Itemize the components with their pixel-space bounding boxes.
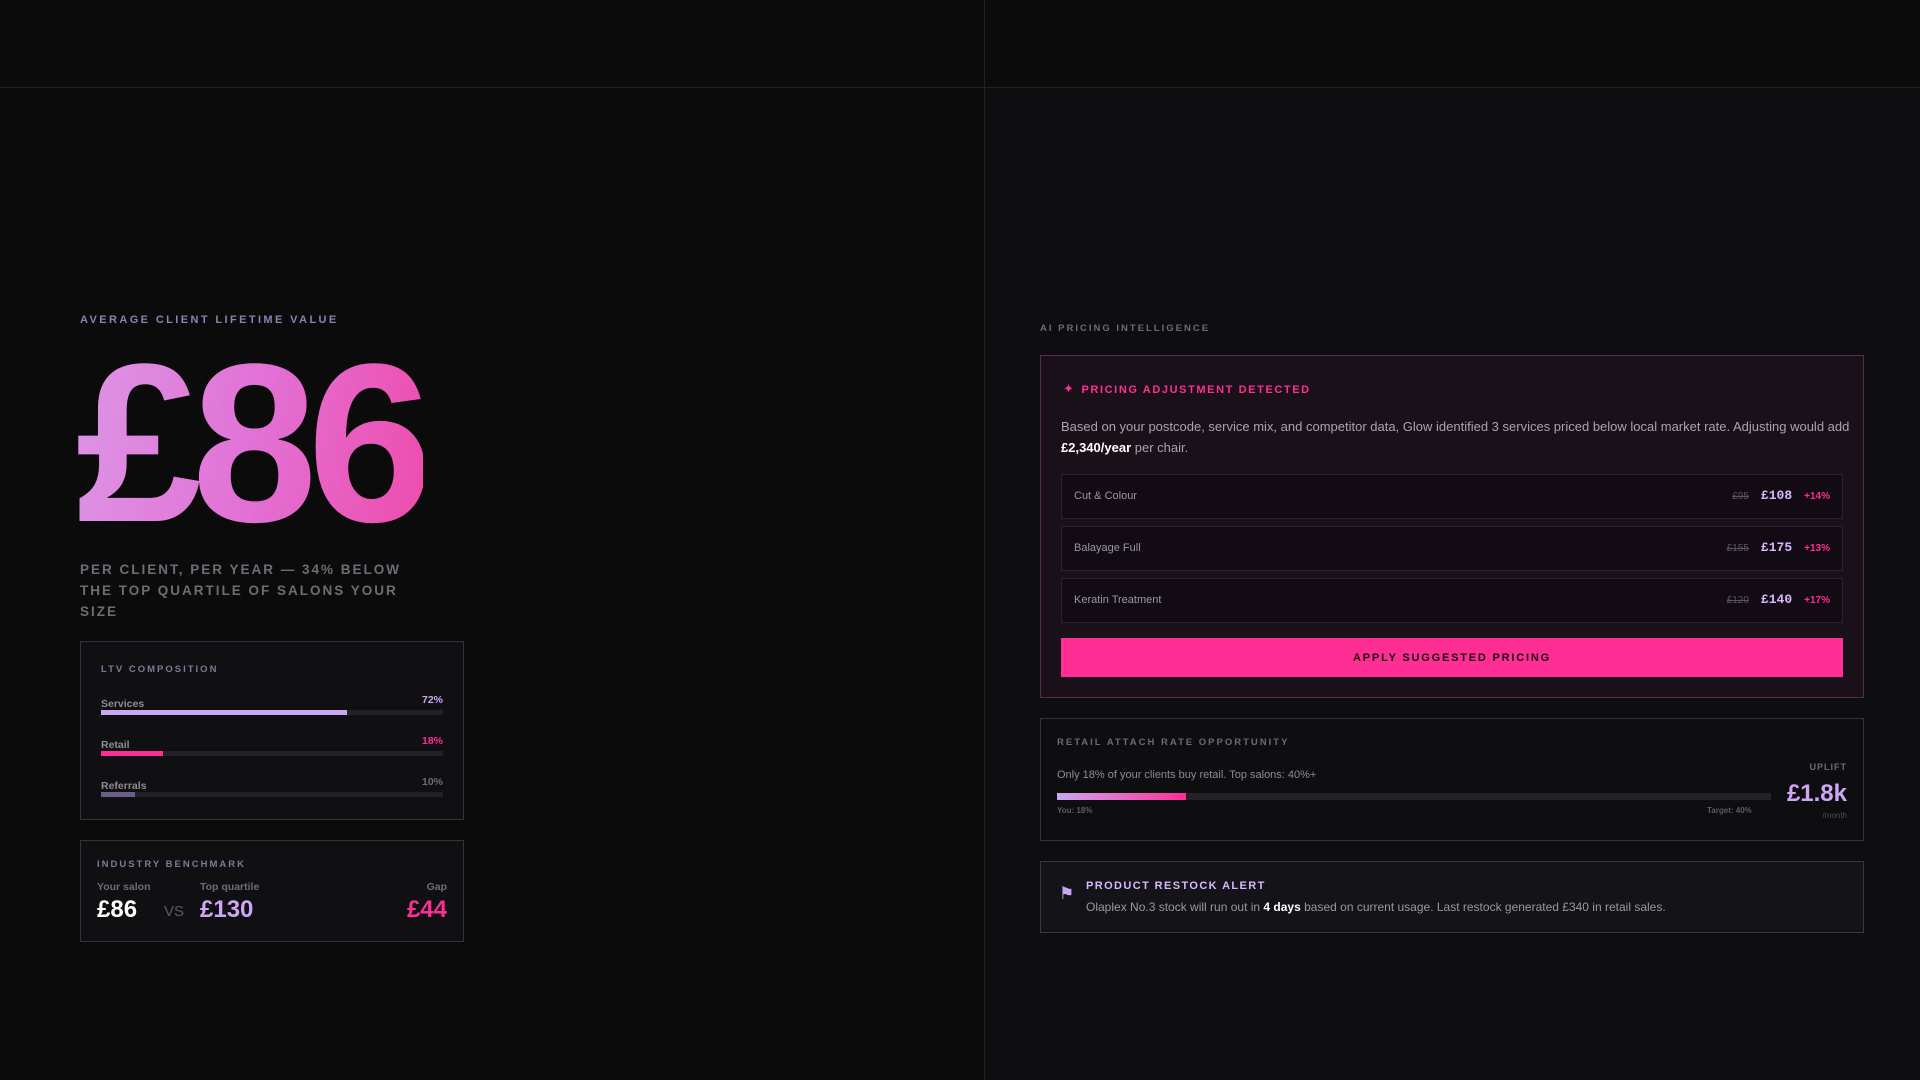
pricing-heading-text: PRICING ADJUSTMENT DETECTED <box>1081 384 1311 396</box>
uplift-value: £1.8k <box>1786 780 1847 807</box>
old-price: £95 <box>1732 491 1749 502</box>
restock-alert-card[interactable]: ⚑ PRODUCT RESTOCK ALERT Olaplex No.3 sto… <box>1040 861 1864 933</box>
composition-pct: 72% <box>421 694 443 706</box>
composition-pct: 18% <box>421 735 443 747</box>
retail-you-label: You: 18% <box>1057 806 1093 815</box>
pricing-description: Based on your postcode, service mix, and… <box>1061 419 1850 455</box>
service-row[interactable]: Keratin Treatment £120 £140 +17% <box>1061 578 1843 623</box>
pricing-heading: ✦ PRICING ADJUSTMENT DETECTED <box>1063 381 1311 397</box>
service-name: Cut & Colour <box>1074 490 1137 502</box>
sparkle-icon: ✦ <box>1063 381 1076 396</box>
new-price: £140 <box>1760 592 1793 607</box>
top-quartile-label: Top quartile <box>200 881 260 893</box>
industry-benchmark-card: INDUSTRY BENCHMARK Your salon £86 VS Top… <box>80 840 464 942</box>
composition-fill <box>101 710 348 715</box>
composition-track <box>101 792 443 797</box>
old-price: £120 <box>1726 595 1749 606</box>
composition-label: Retail <box>101 739 130 751</box>
top-bar <box>0 0 1920 88</box>
retail-progress-track <box>1057 793 1771 800</box>
retail-target-label: Target: 40% <box>1707 806 1752 815</box>
price-change: +13% <box>1804 543 1830 554</box>
service-name: Keratin Treatment <box>1074 594 1162 606</box>
composition-fill <box>101 792 136 797</box>
gap-label: Gap <box>426 881 447 893</box>
composition-row-referrals: Referrals 10% <box>101 776 443 797</box>
composition-pct: 10% <box>421 776 443 788</box>
gap-value: £44 <box>406 896 447 923</box>
service-row[interactable]: Cut & Colour £95 £108 +14% <box>1061 474 1843 519</box>
composition-fill <box>101 751 163 756</box>
retail-description: Only 18% of your clients buy retail. Top… <box>1057 769 1317 781</box>
your-salon-value: £86 <box>97 896 138 923</box>
composition-title: LTV COMPOSITION <box>101 664 219 675</box>
ltv-composition-card: LTV COMPOSITION Services 72% Retail 18% … <box>80 641 464 820</box>
retail-attach-card: RETAIL ATTACH RATE OPPORTUNITY Only 18% … <box>1040 718 1864 841</box>
service-name: Balayage Full <box>1074 542 1141 554</box>
retail-progress-fill <box>1057 793 1186 800</box>
retail-title: RETAIL ATTACH RATE OPPORTUNITY <box>1057 737 1290 748</box>
flag-icon: ⚑ <box>1059 884 1075 903</box>
top-quartile-value: £130 <box>200 896 254 923</box>
ltv-subtitle: PER CLIENT, PER YEAR — 34% BELOW THE TOP… <box>80 562 402 619</box>
price-change: +17% <box>1804 595 1830 606</box>
composition-track <box>101 710 443 715</box>
old-price: £155 <box>1726 543 1749 554</box>
price-change: +14% <box>1804 491 1830 502</box>
your-salon-label: Your salon <box>97 881 151 893</box>
ltv-value: £86 <box>76 316 433 569</box>
composition-row-retail: Retail 18% <box>101 735 443 756</box>
composition-label: Services <box>101 698 145 710</box>
composition-label: Referrals <box>101 780 147 792</box>
uplift-label: UPLIFT <box>1809 762 1847 772</box>
pricing-adjustment-card: ✦ PRICING ADJUSTMENT DETECTED Based on yo… <box>1040 355 1864 698</box>
new-price: £175 <box>1760 540 1793 555</box>
ai-pricing-eyebrow: AI PRICING INTELLIGENCE <box>1040 323 1211 334</box>
service-row[interactable]: Balayage Full £155 £175 +13% <box>1061 526 1843 571</box>
composition-track <box>101 751 443 756</box>
restock-description: Olaplex No.3 stock will run out in 4 day… <box>1086 900 1666 914</box>
restock-title: PRODUCT RESTOCK ALERT <box>1086 880 1266 892</box>
composition-row-services: Services 72% <box>101 694 443 715</box>
benchmark-title: INDUSTRY BENCHMARK <box>97 859 246 870</box>
new-price: £108 <box>1760 488 1793 503</box>
vs-label: VS <box>164 903 185 920</box>
uplift-period: /month <box>1822 811 1847 820</box>
apply-suggested-pricing-button[interactable]: APPLY SUGGESTED PRICING <box>1061 638 1843 677</box>
